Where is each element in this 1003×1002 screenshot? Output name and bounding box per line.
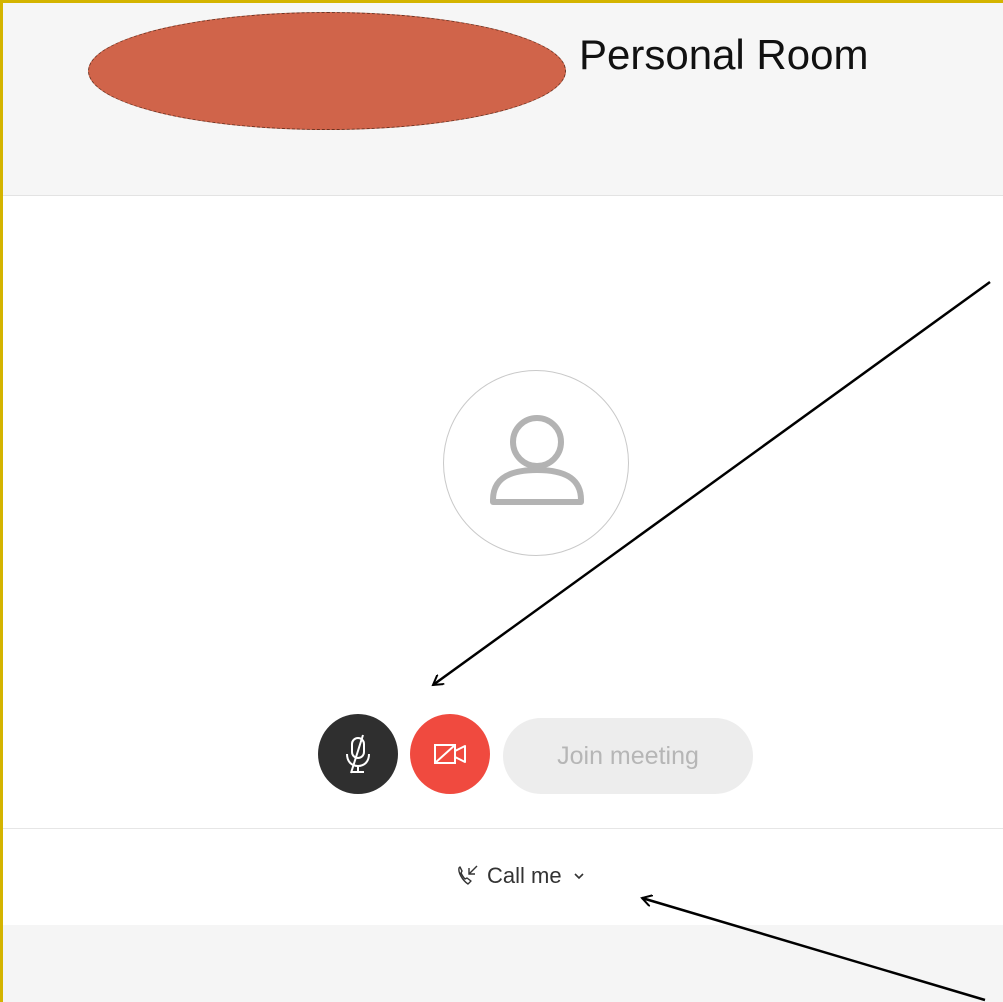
join-meeting-button[interactable]: Join meeting	[503, 718, 753, 794]
phone-incoming-icon	[458, 865, 478, 885]
page-title: Personal Room	[579, 31, 869, 78]
call-me-label: Call me	[487, 863, 562, 888]
mute-button[interactable]	[318, 714, 398, 794]
avatar	[443, 370, 629, 556]
chevron-down-icon	[574, 873, 584, 880]
video-off-icon	[434, 744, 466, 764]
microphone-muted-icon	[346, 734, 370, 774]
call-me-button[interactable]: Call me	[455, 856, 586, 896]
redaction-overlay	[88, 12, 566, 130]
video-button[interactable]	[410, 714, 490, 794]
user-icon	[490, 415, 584, 505]
footer	[3, 925, 1003, 1002]
